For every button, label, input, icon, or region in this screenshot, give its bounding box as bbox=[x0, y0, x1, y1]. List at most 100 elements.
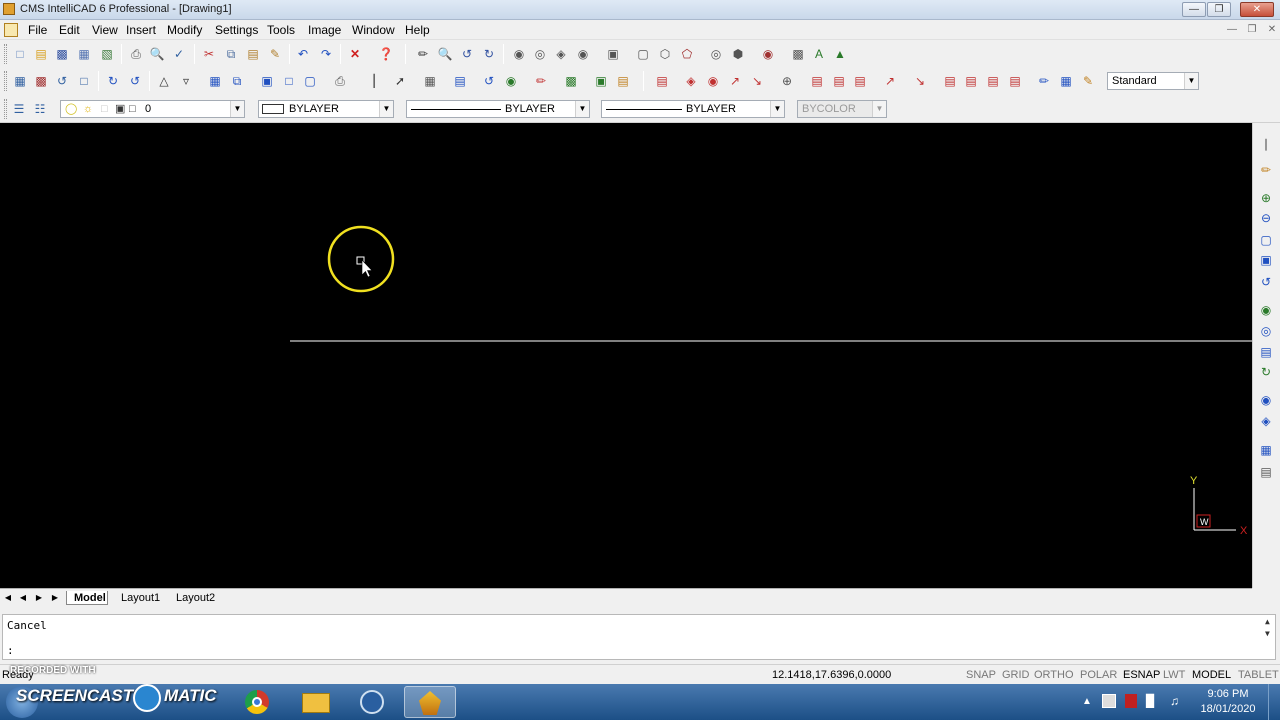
toolbar-grip[interactable] bbox=[4, 71, 7, 91]
zoom-realtime-icon[interactable]: 🔍 bbox=[436, 45, 454, 63]
menu-file[interactable]: File bbox=[28, 23, 47, 37]
toolbar-grip[interactable] bbox=[4, 99, 7, 119]
tool-properties-icon[interactable]: ◉ bbox=[510, 45, 528, 63]
dimension-radius-icon[interactable]: ↗ bbox=[726, 72, 744, 90]
dimension-linear-icon[interactable]: ▤ bbox=[653, 72, 671, 90]
last-tab-icon[interactable]: ▶ bbox=[49, 592, 61, 604]
mirror-icon[interactable]: △ bbox=[155, 72, 173, 90]
pencil-icon[interactable]: ✏ bbox=[1257, 161, 1275, 179]
menu-modify[interactable]: Modify bbox=[167, 23, 202, 37]
table-icon[interactable]: ▦ bbox=[1257, 441, 1275, 459]
render-icon[interactable]: ⬡ bbox=[656, 45, 674, 63]
dimension-aligned-icon[interactable]: ◈ bbox=[682, 72, 700, 90]
zoom-previous-icon[interactable]: ↻ bbox=[480, 45, 498, 63]
write-block-icon[interactable]: ▤ bbox=[614, 72, 632, 90]
edit-polyline-icon[interactable]: ▤ bbox=[451, 72, 469, 90]
snap-toggle[interactable]: SNAP bbox=[966, 669, 996, 681]
orbit-icon[interactable]: ◎ bbox=[1257, 322, 1275, 340]
dim-text-edit-icon[interactable]: ▤ bbox=[962, 72, 980, 90]
print-preview-icon[interactable]: ▧ bbox=[98, 45, 116, 63]
new-icon[interactable]: □ bbox=[11, 45, 29, 63]
mirror-3d-icon[interactable]: ▿ bbox=[177, 72, 195, 90]
multiline-text-icon[interactable]: ▲ bbox=[831, 45, 849, 63]
first-tab-icon[interactable]: ◀ bbox=[2, 592, 14, 604]
images-icon[interactable]: ◉ bbox=[759, 45, 777, 63]
pan-icon[interactable]: ✏ bbox=[414, 45, 432, 63]
layers-icon[interactable]: ◎ bbox=[707, 45, 725, 63]
leader-icon[interactable]: ↗ bbox=[881, 72, 899, 90]
spellcheck-icon[interactable]: ✓ bbox=[170, 45, 188, 63]
trim-icon[interactable]: ▢ bbox=[301, 72, 319, 90]
tab-layout2[interactable]: Layout2 bbox=[167, 591, 219, 605]
coordinates-readout[interactable]: 12.1418,17.6396,0.0000 bbox=[772, 669, 891, 681]
scroll-down-icon[interactable]: ▼ bbox=[1265, 629, 1270, 638]
menu-window[interactable]: Window bbox=[352, 23, 395, 37]
zoom-out-icon[interactable]: ⊖ bbox=[1257, 209, 1275, 227]
stretch-icon[interactable]: ▣ bbox=[258, 72, 276, 90]
undo-icon[interactable]: ↶ bbox=[294, 45, 312, 63]
dimension-continue-icon[interactable]: ▤ bbox=[830, 72, 848, 90]
named-views-icon[interactable]: ▤ bbox=[1257, 343, 1275, 361]
text-style-select[interactable]: Standard ▼ bbox=[1107, 72, 1199, 90]
explode-icon[interactable]: ↺ bbox=[480, 72, 498, 90]
line-tool-icon[interactable]: ∣ bbox=[1257, 135, 1275, 153]
chevron-down-icon[interactable]: ▼ bbox=[379, 101, 393, 117]
task-intellicad[interactable] bbox=[404, 686, 456, 718]
linetype-select[interactable]: BYLAYER ▼ bbox=[406, 100, 590, 118]
dim-settings-icon[interactable]: ▦ bbox=[1057, 72, 1075, 90]
menu-tools[interactable]: Tools bbox=[267, 23, 295, 37]
task-media[interactable] bbox=[347, 686, 399, 718]
grid-icon[interactable]: ◈ bbox=[552, 45, 570, 63]
dimension-angular-icon[interactable]: ◉ bbox=[704, 72, 722, 90]
blocks-icon[interactable]: ⬢ bbox=[729, 45, 747, 63]
hatch-pattern-icon[interactable]: ▦ bbox=[421, 72, 439, 90]
viewpoint-icon[interactable]: ↻ bbox=[1257, 363, 1275, 381]
explorer-icon[interactable]: ⬠ bbox=[678, 45, 696, 63]
prev-tab-icon[interactable]: ◀ bbox=[17, 592, 29, 604]
toolbar-grip[interactable] bbox=[4, 44, 7, 64]
snap-icon[interactable]: ◉ bbox=[574, 45, 592, 63]
chevron-down-icon[interactable]: ▼ bbox=[1184, 73, 1198, 89]
next-tab-icon[interactable]: ▶ bbox=[33, 592, 45, 604]
dimension-ordinate-icon[interactable]: ▤ bbox=[851, 72, 869, 90]
lwt-toggle[interactable]: LWT bbox=[1163, 669, 1185, 681]
dim-edit-icon[interactable]: ▤ bbox=[941, 72, 959, 90]
preview-icon[interactable]: 🔍 bbox=[148, 45, 166, 63]
center-mark-icon[interactable]: ⊕ bbox=[778, 72, 796, 90]
tray-app-icon[interactable] bbox=[1102, 694, 1116, 708]
zoom-extents-icon[interactable]: ▣ bbox=[1257, 251, 1275, 269]
menu-help[interactable]: Help bbox=[405, 23, 430, 37]
save-all-icon[interactable]: ▦ bbox=[75, 45, 93, 63]
dim-override-icon[interactable]: ▤ bbox=[1006, 72, 1024, 90]
color-select[interactable]: BYLAYER ▼ bbox=[258, 100, 394, 118]
cancel-icon[interactable]: ✕ bbox=[346, 45, 364, 63]
ortho-toggle[interactable]: ORTHO bbox=[1034, 669, 1074, 681]
paste-icon[interactable]: ▤ bbox=[244, 45, 262, 63]
offset-icon[interactable]: ↺ bbox=[53, 72, 71, 90]
minimize-button[interactable]: — bbox=[1182, 2, 1206, 17]
command-prompt[interactable]: : bbox=[7, 644, 14, 657]
polar-toggle[interactable]: POLAR bbox=[1080, 669, 1117, 681]
match-properties-icon[interactable]: ✎ bbox=[266, 45, 284, 63]
insert-block-icon[interactable]: ▩ bbox=[562, 72, 580, 90]
erase-icon[interactable]: □ bbox=[75, 72, 93, 90]
tab-model[interactable]: Model bbox=[66, 591, 108, 605]
move-icon[interactable]: ▦ bbox=[206, 72, 224, 90]
object-snap-icon[interactable]: ◎ bbox=[531, 45, 549, 63]
menu-insert[interactable]: Insert bbox=[126, 23, 156, 37]
esnap-toggle[interactable]: ESNAP bbox=[1123, 669, 1160, 681]
lineweight-select[interactable]: BYLAYER ▼ bbox=[601, 100, 785, 118]
shade-icon[interactable]: ◈ bbox=[1257, 412, 1275, 430]
layer-manager-icon[interactable]: ☰ bbox=[10, 100, 28, 118]
print-icon[interactable]: ⎙ bbox=[127, 45, 145, 63]
clock-time[interactable]: 9:06 PM bbox=[1192, 688, 1264, 700]
scale-icon[interactable]: ⧉ bbox=[228, 72, 246, 90]
app-icon[interactable] bbox=[3, 3, 15, 15]
save-icon[interactable]: ▩ bbox=[53, 45, 71, 63]
chamfer-icon[interactable]: ▕ bbox=[361, 72, 379, 90]
dimension-diameter-icon[interactable]: ↘ bbox=[748, 72, 766, 90]
network-signal-icon[interactable]: ▉ bbox=[1146, 694, 1155, 708]
text-icon[interactable]: A bbox=[810, 45, 828, 63]
doc-restore-button[interactable]: ❐ bbox=[1244, 23, 1260, 37]
menu-view[interactable]: View bbox=[92, 23, 118, 37]
